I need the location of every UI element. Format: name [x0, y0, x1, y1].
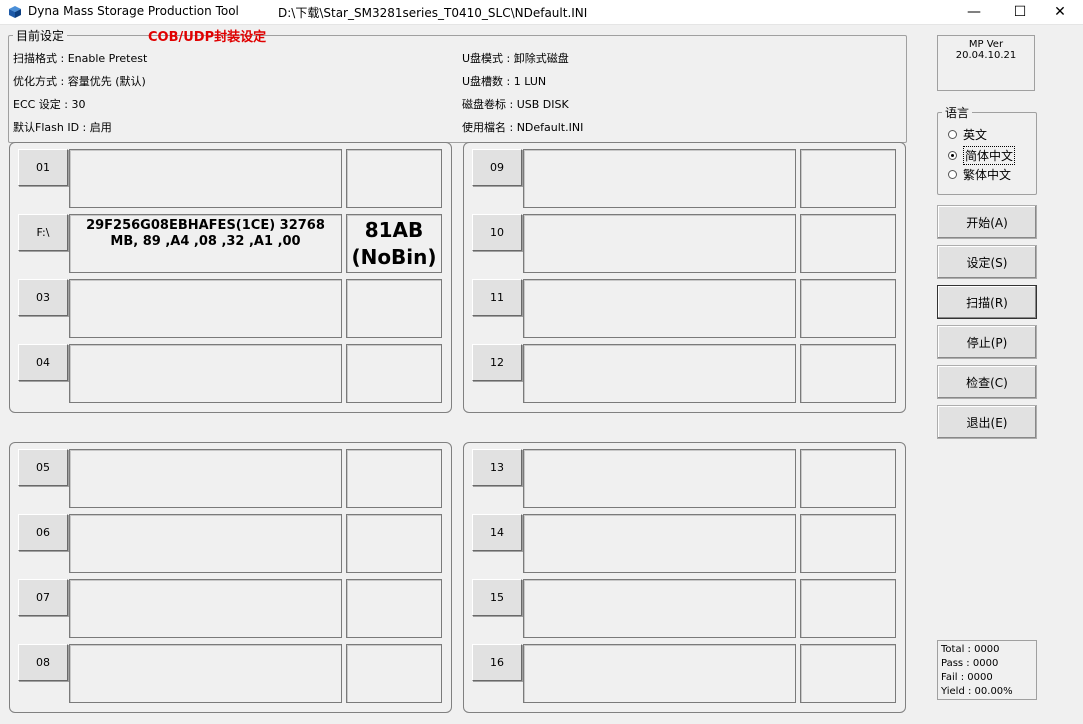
port-flash-info: [69, 644, 342, 703]
port-bin-status: [346, 149, 442, 208]
language-option-simplified-chinese[interactable]: 简体中文: [948, 146, 1016, 165]
radio-icon[interactable]: [948, 170, 957, 179]
exit-button[interactable]: 退出(E): [937, 405, 1037, 439]
port-flash-info: [523, 279, 796, 338]
port-bin-status: [346, 344, 442, 403]
port-bin-status: [800, 579, 896, 638]
port-button[interactable]: 01: [18, 149, 68, 186]
stop-button[interactable]: 停止(P): [937, 325, 1037, 359]
language-legend: 语言: [942, 104, 973, 121]
setting-used-filename: 使用檔名 : NDefault.INI: [462, 121, 584, 134]
setting-default-flash-id: 默认Flash ID : 启用: [13, 121, 112, 134]
port-bin-status: [346, 514, 442, 573]
language-option-traditional-chinese[interactable]: 繁体中文: [948, 166, 1011, 183]
cob-udp-label: COB/UDP封装设定: [148, 30, 267, 45]
port-bin-status: [800, 644, 896, 703]
stat-total: Total : 0000: [941, 644, 1000, 655]
start-button[interactable]: 开始(A): [937, 205, 1037, 239]
setting-scan-format: 扫描格式 : Enable Pretest: [13, 52, 148, 65]
port-bin-status: [800, 214, 896, 273]
port-button[interactable]: 15: [472, 579, 522, 616]
setting-volume-label: 磁盘卷标 : USB DISK: [462, 98, 569, 111]
config-file-path: D:\下载\Star_SM3281series_T0410_SLC\NDefau…: [278, 6, 588, 20]
port-bin-status: [800, 449, 896, 508]
version-text: MP Ver 20.04.10.21: [955, 39, 1017, 61]
port-button[interactable]: 14: [472, 514, 522, 551]
check-button[interactable]: 检查(C): [937, 365, 1037, 399]
settings-button[interactable]: 设定(S): [937, 245, 1037, 279]
port-flash-info: [523, 579, 796, 638]
stat-yield: Yield : 00.00%: [941, 686, 1013, 697]
port-button[interactable]: 07: [18, 579, 68, 616]
port-bin-status: [800, 514, 896, 573]
port-button[interactable]: F:\: [18, 214, 68, 251]
stat-pass: Pass : 0000: [941, 658, 999, 669]
port-bin-status: [800, 279, 896, 338]
scan-button[interactable]: 扫描(R): [937, 285, 1037, 319]
port-button[interactable]: 13: [472, 449, 522, 486]
port-button[interactable]: 12: [472, 344, 522, 381]
setting-udisk-mode: U盘模式 : 卸除式磁盘: [462, 52, 569, 65]
port-flash-info: [523, 514, 796, 573]
port-button[interactable]: 09: [472, 149, 522, 186]
radio-icon[interactable]: [948, 130, 957, 139]
close-button[interactable]: ✕: [1037, 0, 1083, 24]
port-button[interactable]: 06: [18, 514, 68, 551]
port-button[interactable]: 04: [18, 344, 68, 381]
port-flash-info: [523, 449, 796, 508]
port-button[interactable]: 16: [472, 644, 522, 681]
stats-box: Total : 0000 Pass : 0000 Fail : 0000 Yie…: [937, 640, 1037, 700]
port-flash-info: [69, 149, 342, 208]
app-cube-icon: [9, 6, 21, 18]
port-bin-status: [346, 579, 442, 638]
port-bin-status: [346, 644, 442, 703]
port-flash-info: [523, 644, 796, 703]
port-bin-status: [346, 279, 442, 338]
current-settings-legend: 目前设定: [13, 27, 68, 44]
port-button[interactable]: 10: [472, 214, 522, 251]
port-bin-status: 81AB (NoBin): [346, 214, 442, 273]
setting-ecc: ECC 设定 : 30: [13, 98, 86, 111]
port-button[interactable]: 05: [18, 449, 68, 486]
window-title: Dyna Mass Storage Production Tool: [28, 4, 239, 18]
setting-udisk-slots: U盘槽数 : 1 LUN: [462, 75, 547, 88]
port-button[interactable]: 08: [18, 644, 68, 681]
setting-optimize-mode: 优化方式 : 容量优先 (默认): [13, 75, 146, 88]
port-flash-info: [523, 344, 796, 403]
version-box: MP Ver 20.04.10.21: [937, 35, 1035, 91]
port-flash-info: [523, 214, 796, 273]
port-flash-info: [523, 149, 796, 208]
port-flash-info: [69, 514, 342, 573]
port-flash-info: 29F256G08EBHAFES(1CE) 32768 MB, 89 ,A4 ,…: [69, 214, 342, 273]
stat-fail: Fail : 0000: [941, 672, 993, 683]
language-option-english[interactable]: 英文: [948, 126, 987, 143]
port-flash-info: [69, 579, 342, 638]
radio-selected-icon[interactable]: [948, 151, 957, 160]
port-flash-info: [69, 449, 342, 508]
port-button[interactable]: 11: [472, 279, 522, 316]
port-bin-status: [346, 449, 442, 508]
port-bin-status: [800, 344, 896, 403]
port-flash-info: [69, 344, 342, 403]
minimize-button[interactable]: —: [951, 0, 997, 24]
port-bin-status: [800, 149, 896, 208]
port-button[interactable]: 03: [18, 279, 68, 316]
port-flash-info: [69, 279, 342, 338]
